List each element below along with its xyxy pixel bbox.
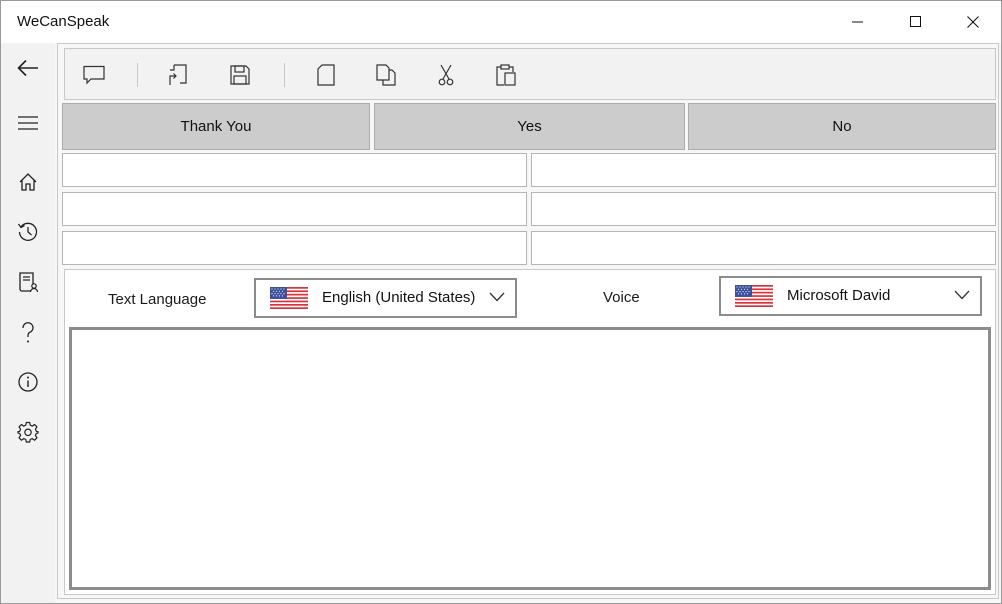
nav-pane (1, 43, 55, 603)
copy-icon (376, 64, 396, 86)
open-file-icon (169, 64, 187, 85)
main-frame: Thank You Yes No Text Language English (… (57, 43, 999, 599)
toolbar-separator (137, 63, 138, 87)
gear-icon (17, 421, 39, 443)
nav-about-button[interactable] (1, 359, 55, 405)
us-flag-icon (270, 287, 308, 309)
open-button[interactable] (162, 61, 194, 89)
maximize-button[interactable] (887, 1, 945, 43)
phrase-button-thank-you[interactable]: Thank You (62, 103, 370, 150)
us-flag-icon (735, 285, 773, 307)
toolbar-separator (284, 63, 285, 87)
phrase-button-no[interactable]: No (688, 103, 996, 150)
clipboard-icon (496, 64, 516, 86)
nav-back-button[interactable] (1, 45, 55, 91)
close-button[interactable] (944, 1, 1002, 43)
hamburger-icon (18, 116, 38, 130)
title-bar: WeCanSpeak (1, 1, 1001, 43)
nav-help-button[interactable] (1, 310, 55, 356)
speech-bubble-icon (83, 65, 105, 85)
floppy-disk-icon (230, 65, 250, 85)
speak-button[interactable] (78, 61, 110, 89)
toolbar (64, 48, 996, 100)
maximize-icon (910, 16, 921, 27)
book-user-icon (19, 272, 39, 293)
speak-panel: Text Language English (United States) Vo… (64, 269, 996, 595)
paste-button[interactable] (490, 61, 522, 89)
phrase-field-2[interactable] (531, 153, 996, 187)
info-icon (18, 372, 38, 392)
back-arrow-icon (17, 59, 38, 77)
blank-page-icon (317, 64, 335, 86)
speak-text-area[interactable] (69, 327, 991, 590)
app-window: WeCanSpeak Thank You Yes No Text Languag… (0, 0, 1002, 604)
phrase-field-4[interactable] (531, 192, 996, 226)
nav-history-button[interactable] (1, 209, 55, 255)
minimize-icon (852, 21, 863, 23)
nav-home-button[interactable] (1, 159, 55, 205)
phrase-field-5[interactable] (62, 231, 527, 265)
minimize-button[interactable] (829, 1, 887, 43)
cut-button[interactable] (430, 61, 462, 89)
save-button[interactable] (224, 61, 256, 89)
text-language-label: Text Language (108, 291, 207, 308)
text-language-value: English (United States) (322, 289, 476, 306)
chevron-down-icon (489, 292, 505, 302)
main-area: Thank You Yes No Text Language English (… (55, 43, 1001, 603)
copy-button[interactable] (370, 61, 402, 89)
phrase-field-1[interactable] (62, 153, 527, 187)
phrase-button-yes[interactable]: Yes (374, 103, 685, 150)
voice-label: Voice (603, 289, 640, 306)
nav-phrasebook-button[interactable] (1, 259, 55, 305)
phrase-field-6[interactable] (531, 231, 996, 265)
nav-menu-button[interactable] (1, 100, 55, 146)
question-icon (22, 322, 34, 343)
new-button[interactable] (310, 61, 342, 89)
voice-dropdown[interactable]: Microsoft David (719, 276, 982, 316)
scissors-icon (438, 64, 454, 86)
chevron-down-icon (954, 290, 970, 300)
nav-settings-button[interactable] (1, 409, 55, 455)
home-icon (19, 173, 37, 191)
phrase-field-3[interactable] (62, 192, 527, 226)
text-language-dropdown[interactable]: English (United States) (254, 278, 517, 318)
app-title: WeCanSpeak (17, 13, 110, 30)
close-icon (967, 16, 979, 28)
history-icon (17, 222, 38, 241)
voice-value: Microsoft David (787, 287, 891, 304)
